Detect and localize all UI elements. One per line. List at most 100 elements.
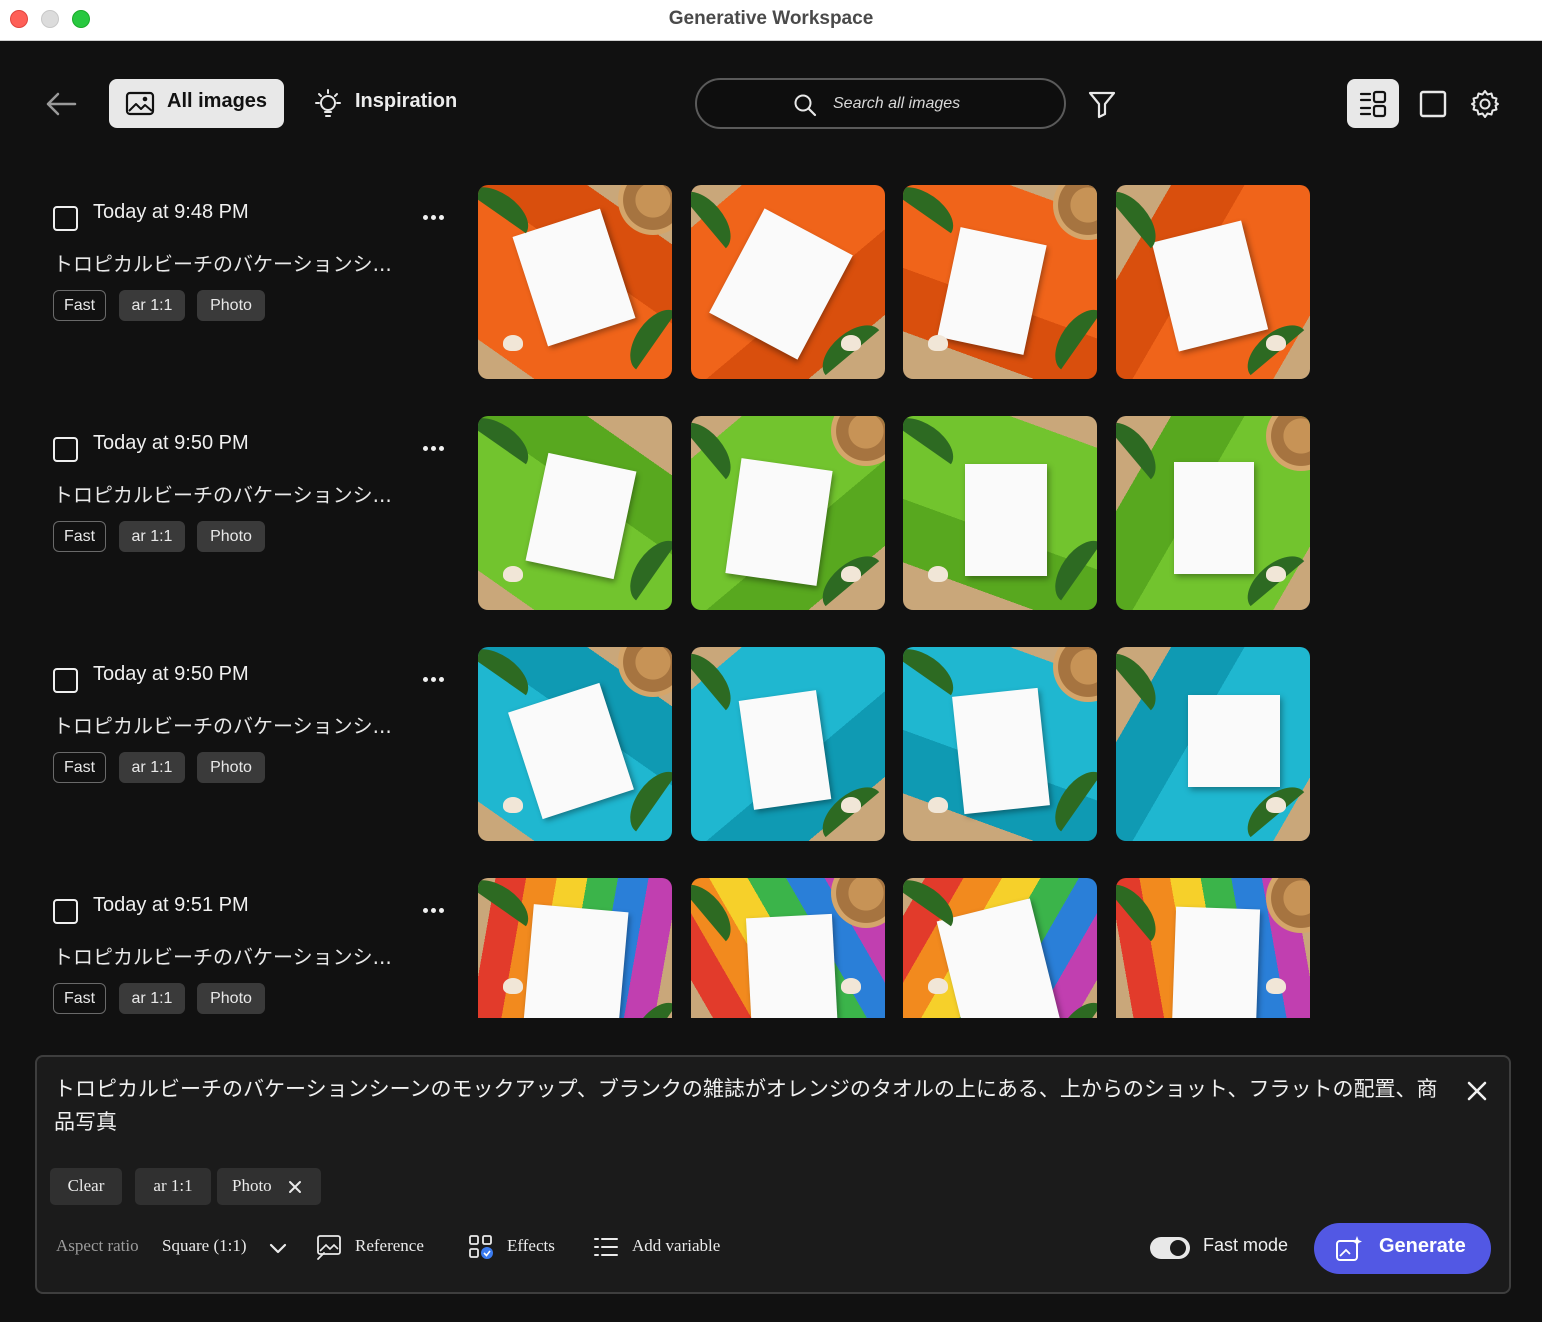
generated-image-thumbnail[interactable]	[1116, 185, 1310, 379]
filter-button[interactable]	[1086, 88, 1118, 120]
effects-icon	[469, 1235, 493, 1259]
palm-leaf	[903, 647, 963, 696]
window-title: Generative Workspace	[668, 8, 874, 29]
generated-image-thumbnail[interactable]	[691, 878, 885, 1018]
aspect-chip[interactable]: ar 1:1	[135, 1168, 211, 1205]
clear-chip-label: Clear	[67, 1176, 105, 1195]
select-group-checkbox[interactable]	[53, 206, 78, 231]
palm-leaf	[691, 416, 742, 480]
magazine-mockup	[1171, 906, 1261, 1018]
aspect-ratio-dropdown[interactable]: Aspect ratio Square (1:1)	[56, 1233, 291, 1265]
aspect-ratio-value: Square (1:1)	[162, 1236, 247, 1255]
seashell	[841, 566, 861, 582]
generate-label: Generate	[1379, 1235, 1466, 1257]
prompt-textarea[interactable]: トロピカルビーチのバケーションシーンのモックアップ、ブランクの雑誌がオレンジのタ…	[54, 1073, 1444, 1139]
clear-prompt-button[interactable]	[1465, 1079, 1489, 1103]
straw-hat	[618, 647, 672, 697]
select-group-checkbox[interactable]	[53, 899, 78, 924]
palm-leaf	[1116, 185, 1167, 249]
palm-leaf	[691, 647, 742, 711]
magazine-mockup	[522, 904, 629, 1018]
select-group-checkbox[interactable]	[53, 437, 78, 462]
magazine-mockup	[937, 227, 1047, 355]
dot	[439, 908, 444, 913]
prompt-composer: トロピカルビーチのバケーションシーンのモックアップ、ブランクの雑誌がオレンジのタ…	[35, 1055, 1511, 1294]
style-chip[interactable]: Photo	[217, 1168, 321, 1205]
generated-image-thumbnail[interactable]	[691, 647, 885, 841]
more-options-icon[interactable]	[418, 900, 450, 920]
generated-image-thumbnail[interactable]	[478, 185, 672, 379]
generated-image-thumbnail[interactable]	[478, 878, 672, 1018]
clear-chip-button[interactable]: Clear	[50, 1168, 122, 1205]
generated-image-thumbnail[interactable]	[1116, 878, 1310, 1018]
palm-leaf	[1116, 416, 1167, 480]
group-timestamp: Today at 9:50 PM	[93, 432, 249, 454]
settings-button[interactable]	[1469, 87, 1501, 121]
group-timestamp: Today at 9:50 PM	[93, 663, 249, 685]
more-options-icon[interactable]	[418, 207, 450, 227]
effects-label: Effects	[507, 1236, 555, 1255]
magazine-mockup	[709, 208, 853, 360]
square-icon	[1419, 90, 1447, 118]
chevron-down-icon	[269, 1243, 287, 1254]
dot	[431, 677, 436, 682]
dot	[431, 215, 436, 220]
palm-leaf	[691, 878, 742, 942]
gear-icon	[1471, 90, 1499, 118]
generated-image-thumbnail[interactable]	[903, 416, 1097, 610]
seashell	[928, 566, 948, 582]
select-group-checkbox[interactable]	[53, 668, 78, 693]
generated-image-thumbnail[interactable]	[1116, 416, 1310, 610]
magazine-mockup	[936, 898, 1062, 1018]
dot	[431, 908, 436, 913]
magazine-mockup	[525, 452, 637, 580]
generated-image-thumbnail[interactable]	[1116, 647, 1310, 841]
palm-leaf	[478, 647, 538, 696]
generated-image-thumbnail[interactable]	[903, 185, 1097, 379]
tab-inspiration[interactable]: Inspiration	[308, 79, 468, 128]
palm-leaf	[1044, 762, 1097, 832]
generated-image-thumbnail[interactable]	[903, 647, 1097, 841]
search-input[interactable]	[833, 91, 1033, 117]
dot	[423, 215, 428, 220]
generated-image-thumbnail[interactable]	[691, 416, 885, 610]
effects-button[interactable]: Effects	[467, 1233, 567, 1265]
fast-mode-toggle[interactable]	[1150, 1237, 1190, 1259]
palm-leaf	[903, 185, 963, 234]
tab-all-images[interactable]: All images	[109, 79, 284, 128]
palm-leaf	[903, 878, 963, 927]
straw-hat	[618, 185, 672, 235]
group-prompt: トロピカルビーチのバケーションシ...	[53, 252, 392, 276]
aspect-ratio-label: Aspect ratio	[56, 1236, 139, 1255]
grid-view-button[interactable]	[1347, 79, 1399, 128]
reference-button[interactable]: Reference	[315, 1233, 440, 1265]
dot	[423, 677, 428, 682]
setting-tag: Photo	[197, 983, 265, 1014]
generated-image-thumbnail[interactable]	[478, 647, 672, 841]
remove-chip-icon[interactable]	[288, 1180, 302, 1194]
more-options-icon[interactable]	[418, 438, 450, 458]
generated-image-thumbnail[interactable]	[691, 185, 885, 379]
group-prompt: トロピカルビーチのバケーションシ...	[53, 483, 392, 507]
filter-icon	[1088, 91, 1116, 119]
group-timestamp: Today at 9:48 PM	[93, 201, 249, 223]
reference-label: Reference	[355, 1236, 424, 1255]
seashell	[503, 978, 523, 994]
palm-leaf	[1116, 647, 1167, 711]
setting-tag: Fast	[53, 983, 106, 1014]
single-view-button[interactable]	[1417, 88, 1449, 120]
setting-tag: Photo	[197, 752, 265, 783]
generated-image-thumbnail[interactable]	[903, 878, 1097, 1018]
palm-leaf	[478, 878, 538, 927]
style-chip-label: Photo	[232, 1176, 272, 1195]
generated-image-thumbnail[interactable]	[478, 416, 672, 610]
add-variable-button[interactable]: Add variable	[592, 1233, 737, 1265]
seashell	[1266, 797, 1286, 813]
generate-button[interactable]: Generate	[1314, 1223, 1491, 1274]
palm-leaf	[1044, 300, 1097, 370]
magazine-mockup	[745, 913, 839, 1018]
back-button[interactable]	[44, 88, 78, 120]
magazine-mockup	[725, 458, 833, 586]
more-options-icon[interactable]	[418, 669, 450, 689]
magazine-mockup	[512, 208, 636, 347]
